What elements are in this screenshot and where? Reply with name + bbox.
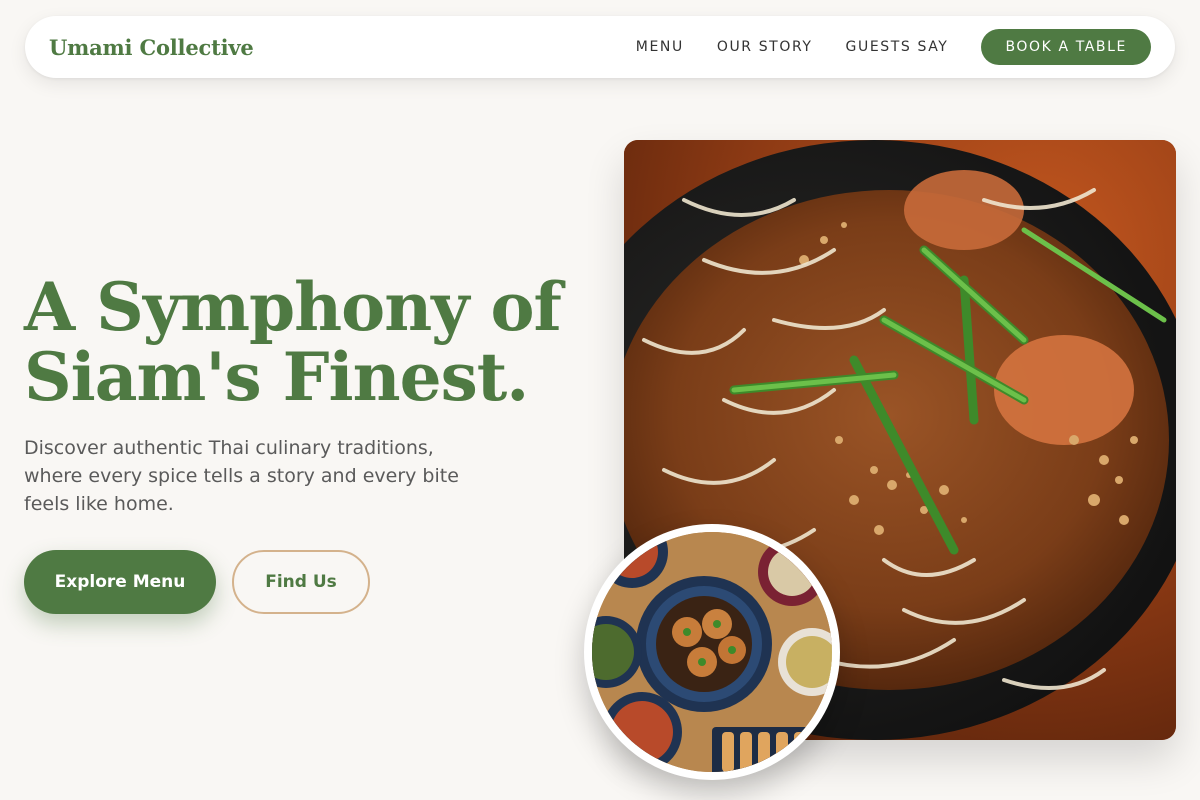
find-us-button[interactable]: Find Us xyxy=(232,550,370,614)
top-navbar: Umami Collective MENU OUR STORY GUESTS S… xyxy=(25,16,1175,78)
brand-logo[interactable]: Umami Collective xyxy=(49,35,254,60)
hero-headline-line2: Siam's Finest. xyxy=(24,338,529,416)
book-table-button[interactable]: BOOK A TABLE xyxy=(981,29,1151,65)
hero-subtext: Discover authentic Thai culinary traditi… xyxy=(24,437,459,515)
explore-menu-button[interactable]: Explore Menu xyxy=(24,550,216,614)
hero-headline-line1: A Symphony of xyxy=(24,268,562,346)
hero-headline: A Symphony of Siam's Finest. xyxy=(24,272,584,412)
secondary-food-image xyxy=(584,524,840,780)
nav-link-menu[interactable]: MENU xyxy=(636,39,684,55)
landing-page: Umami Collective MENU OUR STORY GUESTS S… xyxy=(0,0,1200,800)
secondary-food-image-inner xyxy=(592,532,832,772)
nav-link-guests-say[interactable]: GUESTS SAY xyxy=(846,39,949,55)
nav-link-our-story[interactable]: OUR STORY xyxy=(717,39,813,55)
nav-links: MENU OUR STORY GUESTS SAY BOOK A TABLE xyxy=(636,29,1151,65)
